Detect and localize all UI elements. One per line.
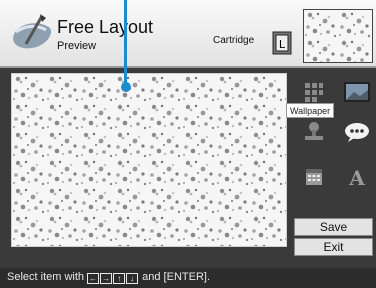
layout-canvas[interactable] <box>11 73 287 247</box>
speech-bubble-icon[interactable] <box>342 120 372 144</box>
header: Free Layout Preview Cartridge L <box>0 0 376 68</box>
save-button[interactable]: Save <box>294 218 373 236</box>
cartridge-label: Cartridge <box>213 35 255 46</box>
exit-button[interactable]: Exit <box>294 238 373 256</box>
right-key-icon: → <box>100 273 113 284</box>
left-key-icon: ← <box>87 273 100 284</box>
calendar-icon[interactable] <box>300 165 328 189</box>
instruction-prefix: Select item with <box>7 271 88 283</box>
stamp-icon[interactable] <box>300 120 328 144</box>
text-icon[interactable]: A <box>342 165 372 189</box>
instruction-text: Select item with ← → ↑ ↓ and [ENTER]. <box>7 271 210 284</box>
cartridge-icon[interactable]: L <box>272 31 292 55</box>
down-key-icon: ↓ <box>126 273 139 284</box>
wallpaper-icon[interactable] <box>342 80 372 104</box>
cartridge-letter: L <box>279 38 286 51</box>
wallpaper-tooltip: Wallpaper <box>286 103 335 118</box>
wallpaper-pattern <box>12 74 286 246</box>
selection-cursor[interactable] <box>121 82 131 92</box>
cartridge-preview <box>303 9 373 63</box>
brush-icon <box>13 14 52 49</box>
stamp-pattern-icon[interactable] <box>300 80 328 104</box>
up-key-icon: ↑ <box>113 273 126 284</box>
selection-cursor-line <box>124 0 127 86</box>
instruction-suffix: and [ENTER]. <box>139 271 211 283</box>
page-title: Free Layout <box>57 17 154 37</box>
text-icon-glyph: A <box>348 166 365 189</box>
page-subtitle: Preview <box>57 40 97 52</box>
status-bar: Select item with ← → ↑ ↓ and [ENTER]. <box>0 268 376 288</box>
